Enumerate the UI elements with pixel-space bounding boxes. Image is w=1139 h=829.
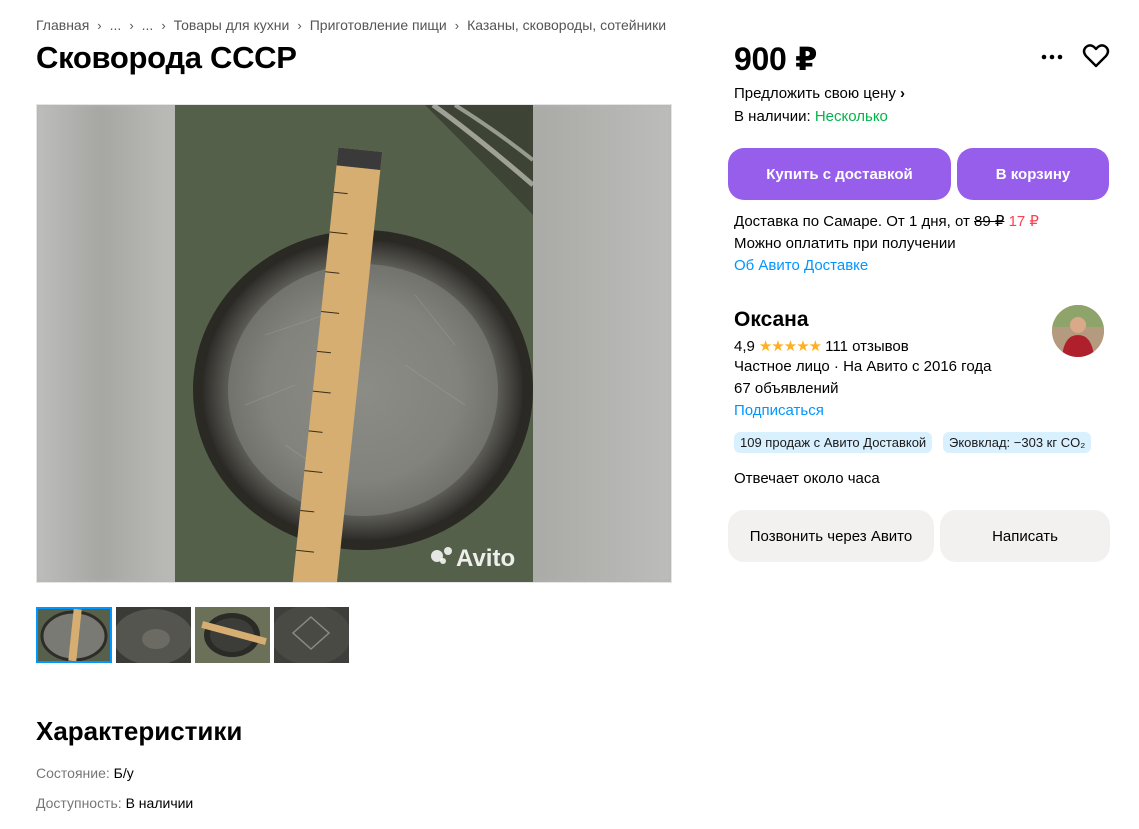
breadcrumb-home[interactable]: Главная xyxy=(36,17,89,33)
svg-text:Avito: Avito xyxy=(456,545,515,572)
delivery-info: Доставка по Самаре. От 1 дня, от 89 ₽ 17… xyxy=(734,211,1039,277)
frying-pan-image: Avito xyxy=(175,105,533,582)
delivery-new-price: 17 ₽ xyxy=(1008,213,1039,230)
main-photo[interactable]: Avito xyxy=(36,104,672,583)
reply-time: Отвечает около часа xyxy=(734,470,880,487)
payment-on-delivery: Можно оплатить при получении xyxy=(734,235,956,252)
sales-badge: 109 продаж с Авито Доставкой xyxy=(734,432,933,453)
subscribe-link[interactable]: Подписаться xyxy=(734,402,824,419)
more-options-icon[interactable] xyxy=(1040,47,1064,72)
stock-label: В наличии: xyxy=(734,108,815,125)
chevron-right-icon: › xyxy=(454,17,460,33)
spec-condition-key: Состояние: xyxy=(36,765,114,781)
spec-condition-value: Б/у xyxy=(113,765,134,781)
write-message-button[interactable]: Написать xyxy=(940,510,1110,562)
page-title: Сковорода СССР xyxy=(36,40,297,75)
thumbnail-1[interactable] xyxy=(36,607,112,663)
breadcrumb-pans[interactable]: Казаны, сковороды, сотейники xyxy=(467,17,666,33)
rating-value: 4,9 xyxy=(734,337,755,355)
seller-ads-count[interactable]: 67 объявлений xyxy=(734,380,839,397)
avatar[interactable] xyxy=(1052,305,1104,357)
chevron-right-icon: › xyxy=(129,17,134,33)
breadcrumb-collapsed-1[interactable]: ... xyxy=(110,17,122,33)
chevron-right-icon: › xyxy=(97,17,102,33)
stock-status: В наличии: Несколько xyxy=(734,108,888,125)
delivery-line: Доставка по Самаре. От 1 дня, от 89 ₽ 17… xyxy=(734,211,1039,233)
thumbnail-4[interactable] xyxy=(274,607,349,663)
breadcrumb-cooking[interactable]: Приготовление пищи xyxy=(310,17,447,33)
chevron-right-icon: › xyxy=(900,85,906,102)
breadcrumb-kitchen[interactable]: Товары для кухни xyxy=(174,17,290,33)
spec-availability-key: Доступность: xyxy=(36,795,126,811)
chevron-right-icon: › xyxy=(297,17,302,33)
spec-condition: Состояние: Б/у xyxy=(36,765,134,781)
add-to-cart-button[interactable]: В корзину xyxy=(957,148,1109,200)
rating-stars-icon: ★★★★★ xyxy=(758,338,822,355)
seller-rating[interactable]: 4,9 ★★★★★ 111 отзывов xyxy=(734,337,909,356)
chevron-right-icon: › xyxy=(161,17,166,33)
buy-with-delivery-button[interactable]: Купить с доставкой xyxy=(728,148,951,200)
call-button[interactable]: Позвонить через Авито xyxy=(728,510,934,562)
breadcrumb-collapsed-2[interactable]: ... xyxy=(142,17,154,33)
spec-availability-value: В наличии xyxy=(125,795,194,811)
spec-availability: Доступность: В наличии xyxy=(36,795,193,811)
seller-name[interactable]: Оксана xyxy=(734,308,809,332)
price: 900 ₽ xyxy=(734,41,818,77)
thumbnail-strip xyxy=(36,607,349,663)
characteristics-title: Характеристики xyxy=(36,716,243,746)
favorite-heart-icon[interactable] xyxy=(1082,43,1110,74)
reviews-count: 111 отзывов xyxy=(825,337,909,355)
thumbnail-3[interactable] xyxy=(195,607,270,663)
about-delivery-link[interactable]: Об Авито Доставке xyxy=(734,255,1039,277)
offer-price-label: Предложить свою цену xyxy=(734,85,896,102)
breadcrumb: Главная › ... › ... › Товары для кухни ›… xyxy=(36,17,666,33)
stock-value: Несколько xyxy=(814,108,888,125)
thumbnail-2[interactable] xyxy=(116,607,191,663)
offer-price-link[interactable]: Предложить свою цену › xyxy=(734,85,905,102)
product-photo: Avito xyxy=(175,105,533,582)
seller-type: Частное лицо · На Авито с 2016 года xyxy=(734,358,992,375)
delivery-text: Доставка по Самаре. От 1 дня, от xyxy=(734,213,974,230)
delivery-old-price: 89 ₽ xyxy=(974,213,1005,230)
eco-badge[interactable]: Эковклад: −303 кг CO₂ xyxy=(943,432,1092,453)
